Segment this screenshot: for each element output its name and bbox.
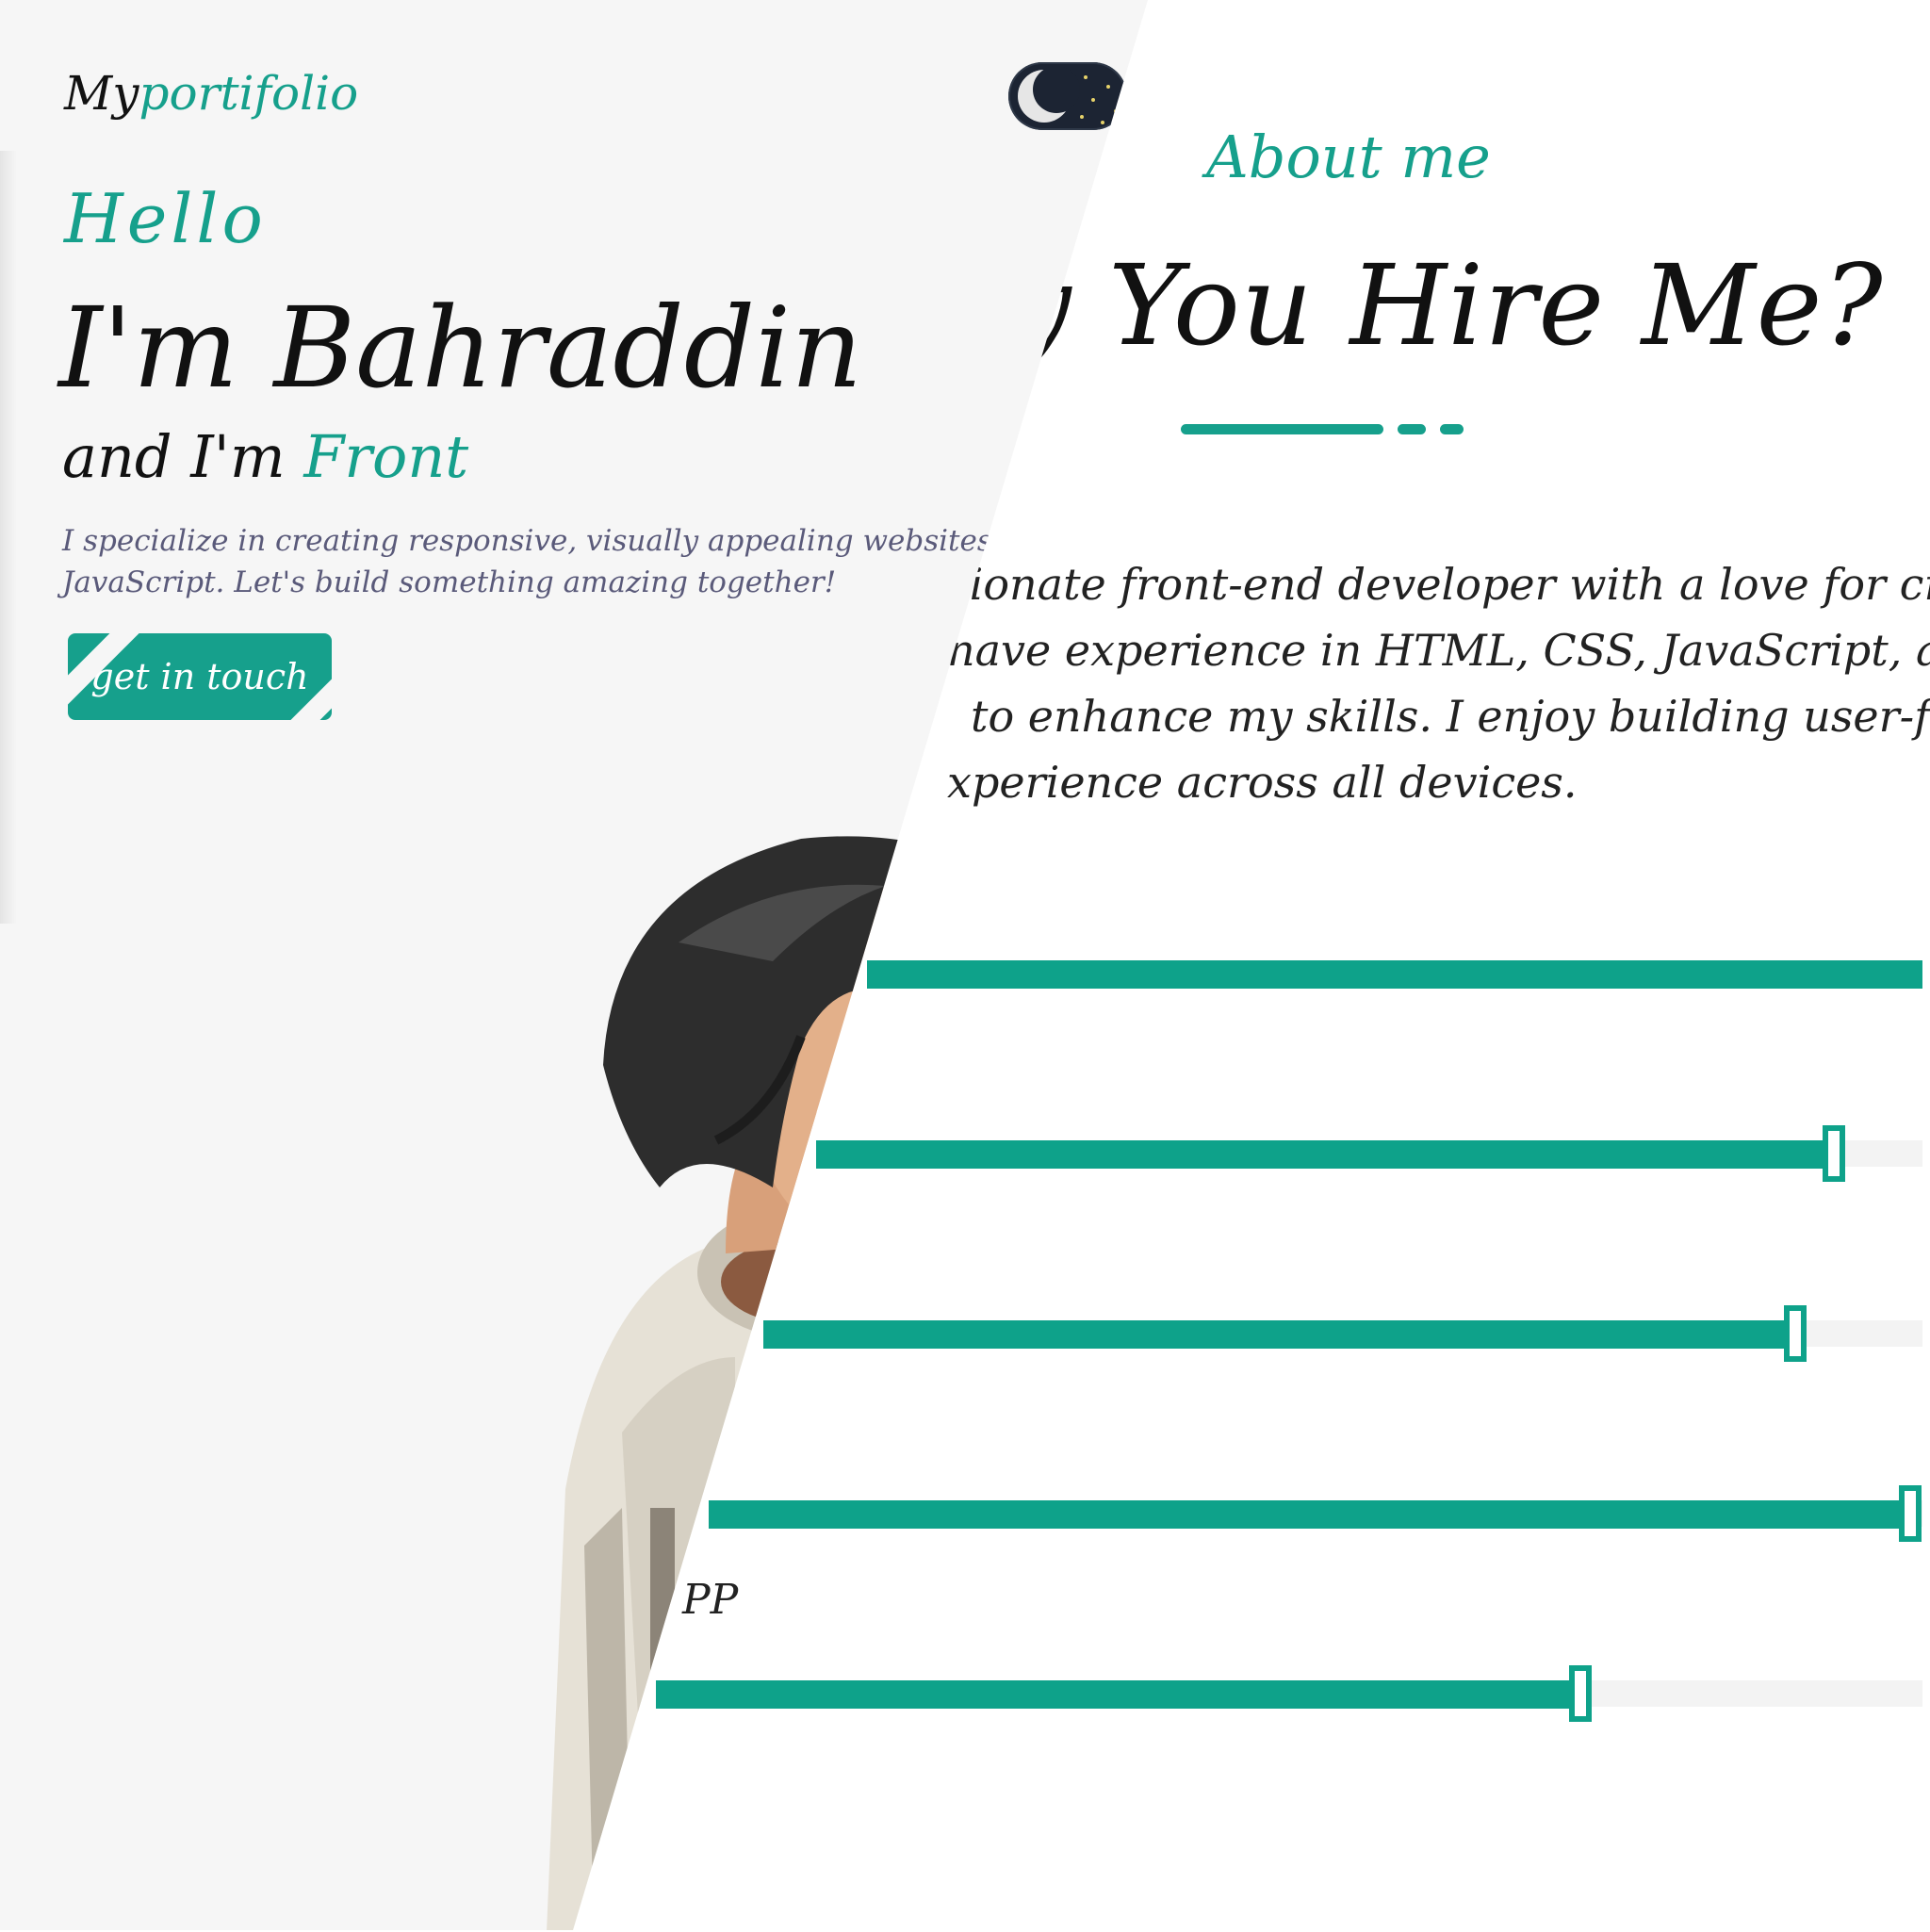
theme-toggle[interactable] [1008, 62, 1127, 130]
about-paragraph-line: nave experience in HTML, CSS, JavaScript… [947, 625, 1930, 676]
skill-bar[interactable] [867, 945, 1922, 1002]
hero-name: I'm Bahraddin [58, 283, 863, 413]
hire-me-title: y You Hire Me? [1008, 240, 1884, 370]
about-paragraph-line: to enhance my skills. I enjoy building u… [971, 691, 1930, 742]
about-paragraph: sionate front-end developer with a love … [947, 551, 1930, 815]
get-in-touch-label: get in touch [90, 656, 309, 697]
skill-fill [763, 1320, 1795, 1349]
logo-suffix: portifolio [139, 66, 359, 121]
edge-shadow [0, 151, 17, 924]
skill-slider-handle[interactable] [1783, 1305, 1807, 1362]
skill-slider-handle[interactable] [1823, 1125, 1846, 1182]
about-paragraph-line: sionate front-end developer with a love … [947, 559, 1930, 610]
skill-bar[interactable] [763, 1305, 1922, 1362]
hero-role: and I'm Front [62, 422, 468, 491]
skill-bar[interactable]: s [671, 1410, 1922, 1542]
skill-fill [656, 1680, 1581, 1709]
skill-bar[interactable]: PP [656, 1576, 1922, 1722]
skill-fill [709, 1500, 1911, 1529]
site-logo[interactable]: Myportifolio [64, 66, 358, 121]
skill-slider-handle[interactable] [1569, 1665, 1593, 1722]
skill-fill [816, 1140, 1835, 1169]
role-prefix: and I'm [62, 422, 286, 491]
greeting: Hello [64, 179, 267, 258]
skill-fill [867, 960, 1922, 989]
about-label: About me [1206, 123, 1491, 191]
about-paragraph-line: xperience across all devices. [947, 757, 1578, 808]
role-typed-text: Front [303, 422, 469, 491]
logo-prefix: My [64, 66, 139, 121]
get-in-touch-button[interactable]: get in touch [68, 633, 332, 720]
skill-bar[interactable] [816, 1125, 1922, 1182]
skill-name: PP [682, 1576, 739, 1624]
skill-slider-handle[interactable] [1899, 1485, 1922, 1542]
